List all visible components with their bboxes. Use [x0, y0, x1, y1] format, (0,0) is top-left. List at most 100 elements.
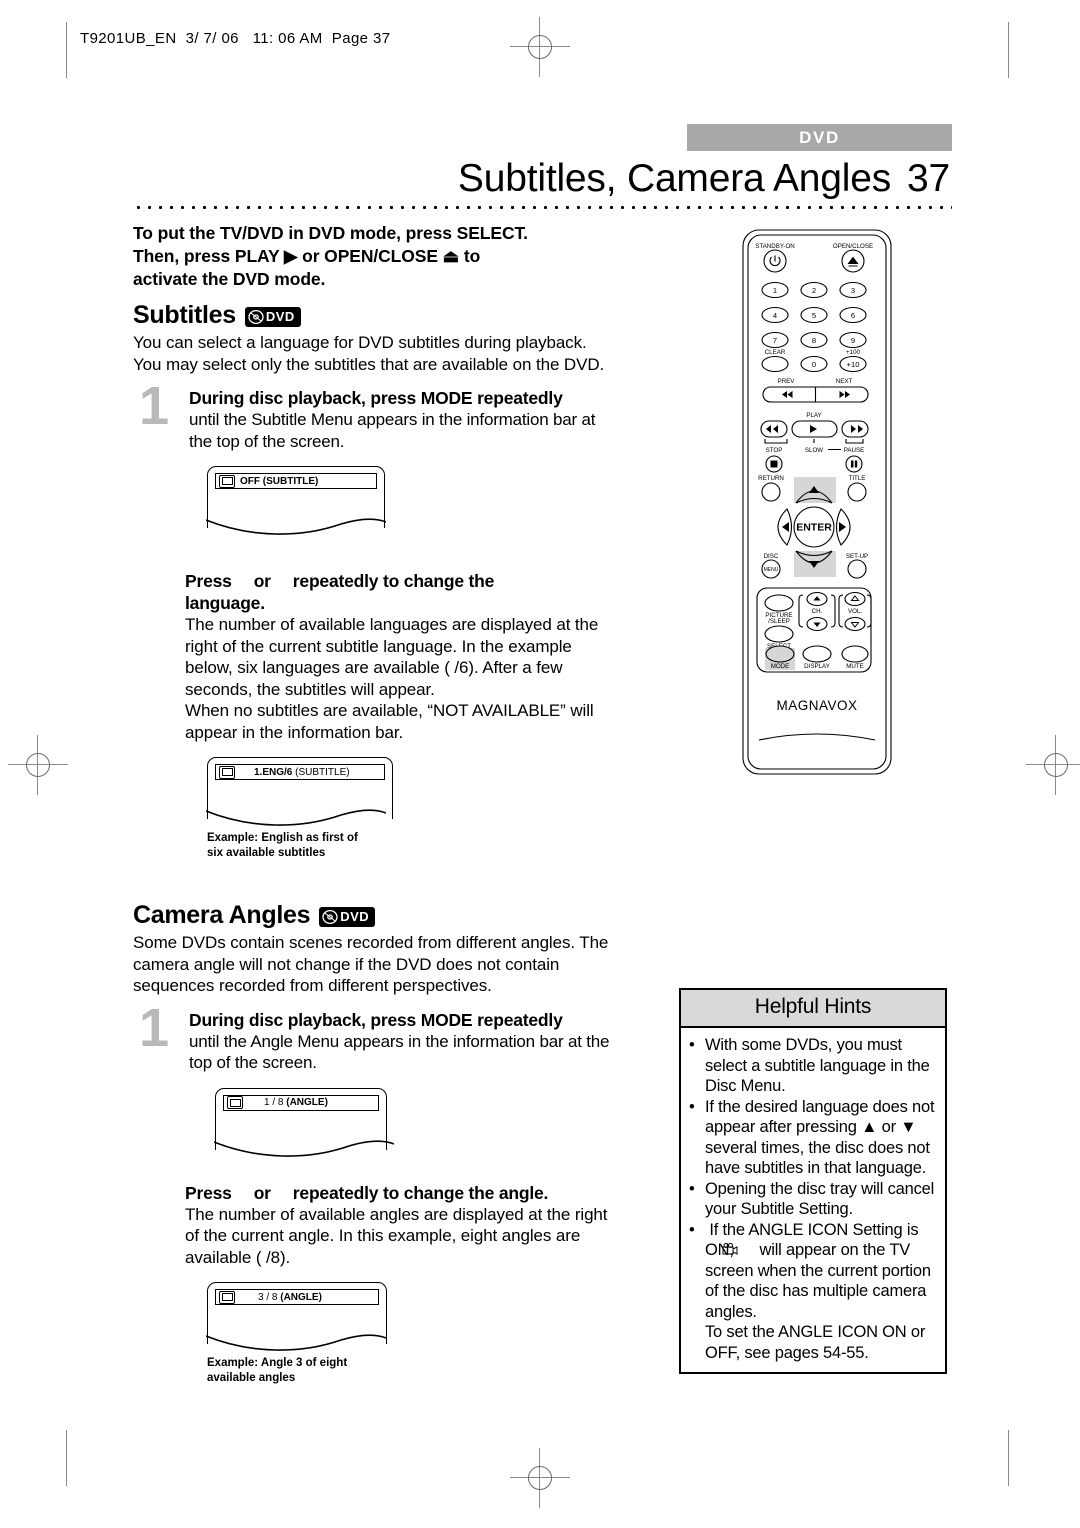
trim-mark-bottom-left	[66, 1430, 67, 1486]
remote-display-label: DISPLAY	[804, 663, 830, 670]
subtitles-heading-text: Subtitles	[133, 301, 236, 329]
svg-text:7: 7	[773, 336, 777, 345]
helpful-hints-title: Helpful Hints	[681, 990, 945, 1028]
remote-clear-label: CLEAR	[765, 349, 786, 356]
information-bar: OFF (SUBTITLE)	[215, 473, 377, 489]
tv-screen-illustration-angle-1: 1 / 8 (ANGLE)	[214, 1087, 394, 1157]
remote-vol-label: VOL.	[848, 608, 862, 615]
remote-prev-label: PREV	[778, 378, 796, 385]
step-number: 1	[139, 997, 170, 1058]
caption-line-2: six available subtitles	[207, 847, 326, 859]
caption-line-1: Example: Angle 3 of eight	[207, 1357, 348, 1369]
mode-instruction-block: To put the TV/DVD in DVD mode, press SEL…	[133, 222, 613, 291]
tv-screen-illustration-subtitle-off: OFF (SUBTITLE)	[206, 466, 386, 535]
information-bar: 1 / 8 (ANGLE)	[223, 1094, 379, 1111]
tv-screen-illustration-subtitle-eng: 1.ENG/6 (SUBTITLE)	[206, 757, 393, 826]
dvd-media-badge: DVD	[319, 906, 376, 927]
remote-disc-label: DISC	[764, 553, 779, 560]
torn-edge	[206, 809, 386, 826]
information-bar-text: 3 / 8 (ANGLE)	[258, 1291, 322, 1303]
or-word: or	[253, 1182, 271, 1203]
print-slug-line: T9201UB_EN 3/ 7/ 06 11: 06 AM Page 37	[80, 30, 391, 47]
page-title: Subtitles, Camera Angles 37	[458, 157, 950, 201]
remote-title-label: TITLE	[849, 475, 866, 482]
remote-ch-label: CH.	[812, 608, 823, 615]
list-item: Opening the disc tray will cancel your S…	[689, 1179, 935, 1220]
remote-menu-label: MENU	[764, 567, 779, 573]
subtitles-press-body-1: The number of available languages are di…	[185, 615, 599, 699]
torn-edge	[206, 518, 386, 535]
list-item: If the desired language does not appear …	[689, 1097, 935, 1179]
helpful-hints-list: With some DVDs, you must select a subtit…	[681, 1035, 945, 1363]
subtitles-intro: You can select a language for DVD subtit…	[133, 333, 605, 374]
camera-angles-intro: Some DVDs contain scenes recorded from d…	[133, 933, 609, 995]
page-title-text: Subtitles, Camera Angles	[457, 157, 892, 200]
subtitle-icon	[219, 474, 235, 488]
svg-text:0: 0	[812, 360, 816, 369]
remote-next-label: NEXT	[836, 378, 853, 385]
remote-return-label: RETURN	[758, 475, 784, 482]
page-number: 37	[907, 157, 950, 200]
caption-line-1: Example: English as first of	[207, 832, 358, 844]
svg-text:6: 6	[851, 311, 855, 320]
remote-open-close-label: OPEN/CLOSE	[833, 243, 873, 250]
torn-edge	[206, 1334, 386, 1351]
title-dotted-rule	[133, 205, 952, 210]
camera-angles-press-block: Press or repeatedly to change the angle. T…	[185, 1182, 613, 1269]
angle-icon	[219, 1290, 235, 1304]
tv-screen-illustration-angle-3: 3 / 8 (ANGLE)	[206, 1282, 387, 1351]
subtitles-heading: Subtitles DVD	[133, 301, 613, 330]
press-word: Press	[185, 1182, 232, 1203]
information-bar: 1.ENG/6 (SUBTITLE)	[215, 764, 385, 780]
dvd-media-badge-label: DVD	[340, 909, 370, 924]
information-bar-text: 1.ENG/6 (SUBTITLE)	[254, 766, 350, 778]
helpful-hints-box: Helpful Hints With some DVDs, you must s…	[679, 988, 947, 1374]
camera-angles-heading: Camera Angles DVD	[133, 901, 613, 930]
dvd-section-tag: DVD	[687, 124, 952, 151]
subtitles-example-caption: Example: English as first of six availab…	[207, 831, 613, 861]
subtitle-icon	[219, 765, 235, 779]
remote-pause-label: PAUSE	[844, 447, 865, 454]
remote-sleep-label: /SLEEP	[768, 618, 790, 625]
step-heading: During disc playback, press MODE repeate…	[189, 388, 563, 408]
subtitles-step-1: 1 During disc playback, press MODE repea…	[133, 379, 613, 452]
registration-mark-bottom	[510, 1448, 570, 1508]
subtitles-press-block: Press or repeatedly to change the language…	[185, 570, 613, 743]
camera-angle-icon	[722, 1241, 755, 1255]
trim-mark-bottom-right	[1008, 1430, 1009, 1486]
mode-instruction-line2: Then, press PLAY ▶ or OPEN/CLOSE ⏏ to	[133, 246, 481, 266]
svg-text:5: 5	[812, 311, 816, 320]
registration-mark-left	[8, 735, 68, 795]
remote-plus100-label: +100	[846, 349, 860, 356]
svg-text:+10: +10	[847, 360, 860, 369]
step-heading: During disc playback, press MODE repeate…	[189, 1009, 563, 1030]
press-rest: repeatedly to change the	[292, 571, 495, 591]
information-bar: 3 / 8 (ANGLE)	[215, 1289, 379, 1305]
caption-line-2: available angles	[207, 1372, 296, 1384]
remote-mute-label: MUTE	[846, 663, 864, 670]
subtitles-press-body-2: When no subtitles are available, “NOT AV…	[185, 701, 594, 742]
subtitles-press-heading-line2: language.	[185, 593, 265, 613]
press-word: Press	[185, 571, 232, 591]
svg-text:4: 4	[773, 311, 777, 320]
svg-text:9: 9	[851, 336, 855, 345]
step-body: until the Subtitle Menu appears in the i…	[189, 410, 596, 451]
information-bar-text: 1 / 8 (ANGLE)	[264, 1097, 328, 1108]
remote-standby-label: STANDBY-ON	[755, 243, 795, 250]
registration-mark-top	[510, 17, 570, 77]
remote-brand-label: MAGNAVOX	[776, 698, 857, 713]
list-item: With some DVDs, you must select a subtit…	[689, 1035, 935, 1097]
camera-angles-example-caption: Example: Angle 3 of eight available angl…	[207, 1356, 613, 1386]
main-content-column: To put the TV/DVD in DVD mode, press SEL…	[133, 222, 613, 1386]
camera-angles-press-heading: Press or repeatedly to change the angle.	[185, 1182, 613, 1204]
or-word: or	[253, 571, 271, 591]
camera-angles-heading-text: Camera Angles	[133, 901, 311, 929]
svg-text:8: 8	[812, 336, 816, 345]
remote-setup-label: SET-UP	[846, 553, 868, 560]
remote-enter-label: ENTER	[796, 522, 832, 534]
remote-play-label: PLAY	[806, 412, 821, 419]
disc-icon	[248, 309, 264, 325]
press-rest: repeatedly to change the angle.	[292, 1182, 549, 1203]
remote-stop-label: STOP	[766, 447, 783, 454]
mode-instruction-line1: To put the TV/DVD in DVD mode, press SEL…	[133, 223, 528, 243]
